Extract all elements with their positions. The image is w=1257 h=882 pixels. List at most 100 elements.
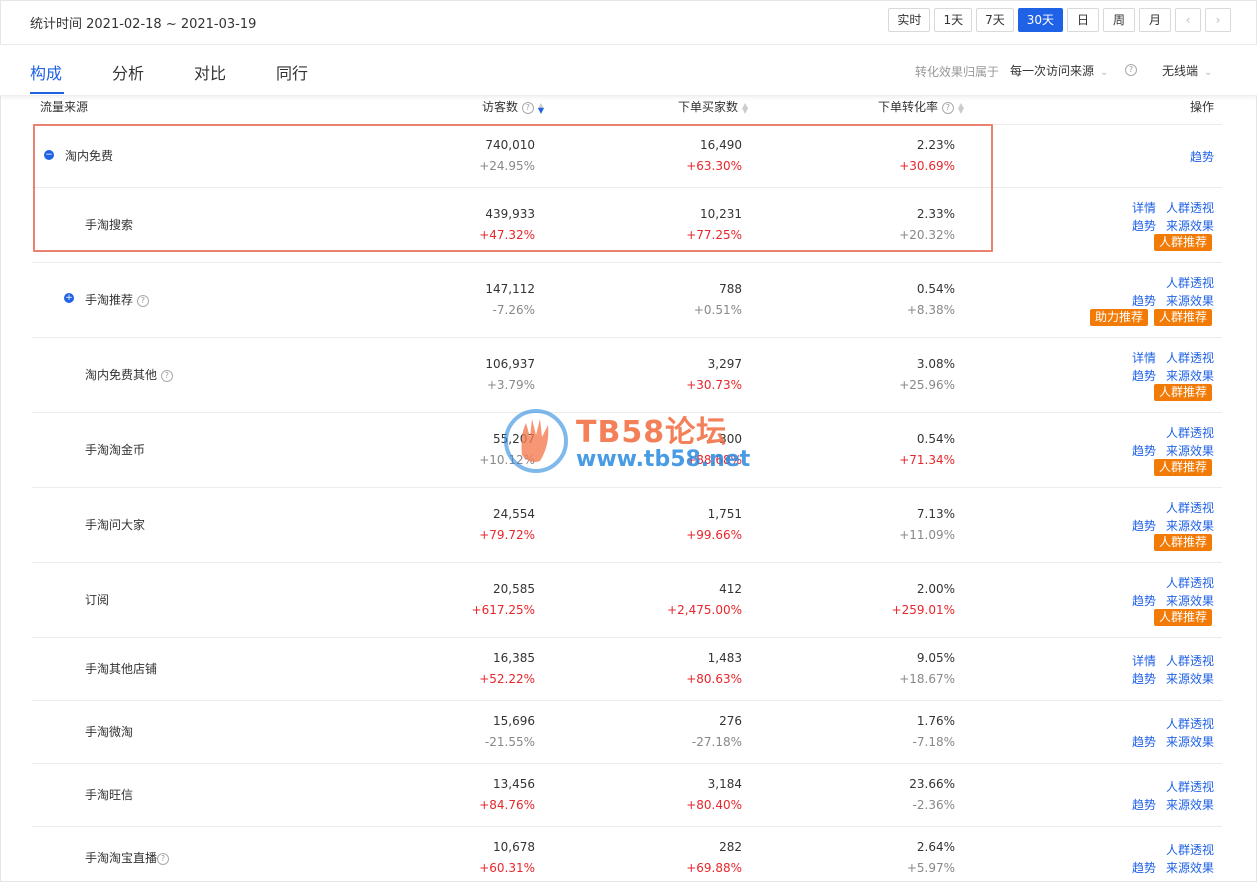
trend-link[interactable]: 趋势 [1132,670,1156,687]
column-action: 操作 [1190,100,1215,114]
crowd-push-button[interactable]: 人群推荐 [1154,234,1213,251]
expand-icon[interactable]: + [64,293,74,303]
buyers-change: +69.88% [686,861,742,875]
help-icon[interactable]: ? [160,369,173,382]
chevron-left-icon[interactable]: ‹ [1175,8,1201,32]
sort-icon[interactable]: ▲ ▼ [538,101,544,114]
period-realtime-button[interactable]: 实时 [888,8,931,32]
source-effect-link[interactable]: 来源效果 [1166,292,1214,309]
help-icon[interactable]: ? [136,294,149,307]
source-effect-link[interactable]: 来源效果 [1166,517,1214,534]
rate-change: +71.34% [899,453,955,467]
period-day-button[interactable]: 日 [1067,8,1099,32]
crowd-push-button[interactable]: 人群推荐 [1154,534,1213,551]
trend-link[interactable]: 趋势 [1132,796,1156,813]
source-effect-link[interactable]: 来源效果 [1166,217,1214,234]
help-icon[interactable]: ? [941,101,954,114]
crowd-push-button[interactable]: 人群推荐 [1154,459,1213,476]
visitors-change: +84.76% [479,798,535,812]
source-name: 手淘旺信 [85,788,134,802]
crowd-push-button[interactable]: 人群推荐 [1154,384,1213,401]
source-effect-link[interactable]: 来源效果 [1166,592,1214,609]
table-row: 手淘其他店铺 16,385 +52.22% 1,483 +80.63% 9.05… [32,638,1222,701]
source-effect-link[interactable]: 来源效果 [1166,442,1214,459]
visitors-value: 16,385 [493,651,535,665]
buyers-value: 300 [719,432,742,446]
trend-link[interactable]: 趋势 [1132,592,1156,609]
trend-link[interactable]: 趋势 [1132,292,1156,309]
visitors-change: -21.55% [484,735,535,749]
rate-change: +8.38% [906,303,955,317]
buyers-value: 788 [719,282,742,296]
date-range-label: 统计时间 2021-02-18 ~ 2021-03-19 [30,17,257,32]
source-name: 手淘淘金币 [85,443,146,457]
rate-value: 9.05% [916,651,955,665]
help-icon[interactable]: ? [521,101,534,114]
crowd-link[interactable]: 人群透视 [1166,499,1214,516]
column-rate[interactable]: 下单转化率 ? ▲ ▼ [878,98,964,115]
help-icon[interactable]: ? [1125,64,1137,76]
trend-link[interactable]: 趋势 [1132,217,1156,234]
detail-link[interactable]: 详情 [1132,349,1156,366]
rate-value: 23.66% [909,777,955,791]
period-month-button[interactable]: 月 [1139,8,1171,32]
trend-link[interactable]: 趋势 [1132,517,1156,534]
crowd-push-button[interactable]: 人群推荐 [1154,609,1213,626]
visitors-value: 147,112 [485,282,535,296]
period-30day-button[interactable]: 30天 [1017,8,1063,32]
crowd-link[interactable]: 人群透视 [1166,274,1214,291]
buyers-change: +0.51% [693,303,742,317]
trend-link[interactable]: 趋势 [1190,148,1214,165]
visitors-change: +52.22% [479,672,535,686]
detail-link[interactable]: 详情 [1132,652,1156,669]
tab-compare[interactable]: 对比 [194,60,226,84]
crowd-link[interactable]: 人群透视 [1166,574,1214,591]
source-name-text: 手淘淘宝直播 [85,851,158,865]
trend-link[interactable]: 趋势 [1132,367,1156,384]
buyers-value: 1,483 [707,651,742,665]
trend-link[interactable]: 趋势 [1132,733,1156,750]
buyers-value: 412 [719,582,742,596]
tab-composition[interactable]: 构成 [30,60,62,84]
source-effect-link[interactable]: 来源效果 [1166,670,1214,687]
crowd-link[interactable]: 人群透视 [1166,778,1214,795]
device-value: 无线端 [1162,64,1199,78]
sort-icon[interactable]: ▲ ▼ [742,101,748,114]
crowd-link[interactable]: 人群透视 [1166,652,1214,669]
crowd-link[interactable]: 人群透视 [1166,199,1214,216]
period-1day-button[interactable]: 1天 [934,8,973,32]
source-effect-link[interactable]: 来源效果 [1166,367,1214,384]
crowd-link[interactable]: 人群透视 [1166,424,1214,441]
boost-push-button[interactable]: 助力推荐 [1090,309,1149,326]
crowd-push-button[interactable]: 人群推荐 [1154,309,1213,326]
period-week-button[interactable]: 周 [1103,8,1135,32]
trend-link[interactable]: 趋势 [1132,442,1156,459]
detail-link[interactable]: 详情 [1132,199,1156,216]
period-7day-button[interactable]: 7天 [976,8,1014,32]
column-buyers[interactable]: 下单买家数 ▲ ▼ [678,98,748,115]
trend-link[interactable]: 趋势 [1132,859,1156,876]
visitors-value: 10,678 [493,840,535,854]
crowd-link[interactable]: 人群透视 [1166,349,1214,366]
tab-analysis[interactable]: 分析 [112,60,144,84]
rate-value: 0.54% [916,282,955,296]
source-name: 手淘其他店铺 [85,662,158,676]
visitors-change: -7.26% [492,303,535,317]
device-select[interactable]: 无线端 ⌄ [1162,62,1212,79]
help-icon[interactable]: ? [157,852,170,865]
sort-icon[interactable]: ▲ ▼ [958,101,964,114]
date-bar: 统计时间 2021-02-18 ~ 2021-03-19 实时 1天 7天 30… [0,0,1257,45]
chevron-right-icon[interactable]: › [1205,8,1231,32]
buyers-change: +99.66% [686,528,742,542]
attribution-select[interactable]: 每一次访问来源 ⌄ [1010,62,1108,79]
visitors-change: +10.12% [479,453,535,467]
column-visitors[interactable]: 访客数 ? ▲ ▼ [482,98,544,115]
tab-peers[interactable]: 同行 [276,60,308,84]
source-effect-link[interactable]: 来源效果 [1166,796,1214,813]
rate-change: +5.97% [906,861,955,875]
rate-change: -2.36% [912,798,955,812]
source-effect-link[interactable]: 来源效果 [1166,859,1214,876]
crowd-link[interactable]: 人群透视 [1166,715,1214,732]
source-effect-link[interactable]: 来源效果 [1166,733,1214,750]
crowd-link[interactable]: 人群透视 [1166,841,1214,858]
